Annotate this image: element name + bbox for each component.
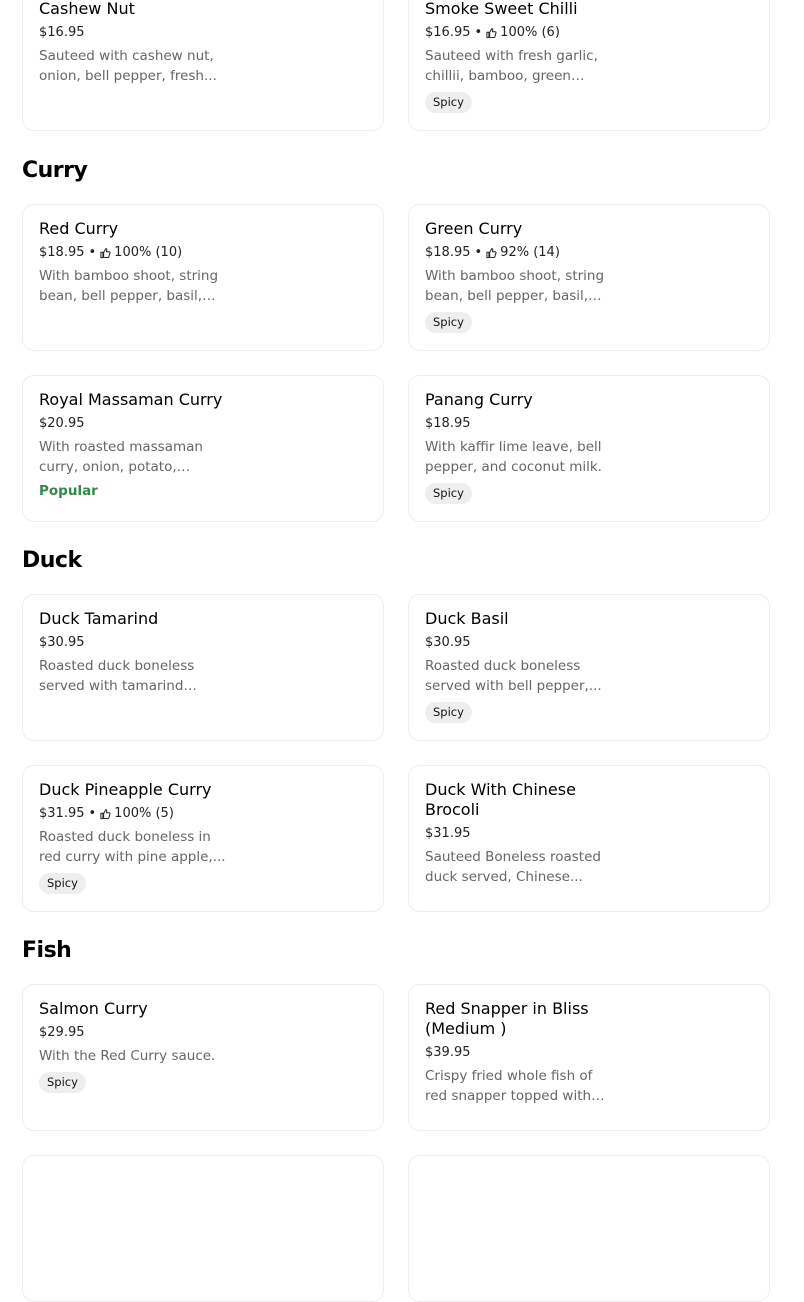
item-description: Roasted duck boneless in red curry with …	[39, 829, 226, 865]
item-description: With roasted massaman curry, onion, pota…	[39, 439, 203, 475]
item-price: $30.95	[39, 635, 85, 650]
item-description: Roasted duck boneless served with tamari…	[39, 658, 195, 694]
item-price: $18.95	[425, 416, 471, 431]
item-name: Duck Tamarind	[39, 609, 159, 628]
section-title-duck: Duck	[22, 548, 82, 573]
menu-item-card[interactable]: Red Snapper in Bliss (Medium ) $39.95 Cr…	[408, 984, 770, 1131]
thumbs-up-icon	[486, 248, 497, 259]
item-price: $18.95	[425, 245, 471, 260]
spicy-badge: Spicy	[39, 1072, 86, 1093]
item-description: With bamboo shoot, string bean, bell pep…	[39, 268, 219, 304]
menu-item-card[interactable]	[22, 1155, 384, 1302]
menu-item-card[interactable]: Duck Tamarind $30.95 Roasted duck bonele…	[22, 594, 384, 741]
item-name: Duck Basil	[425, 609, 509, 628]
item-price: $30.95	[425, 635, 471, 650]
menu-item-card[interactable]: Red Curry $18.95 • 100% (10) With bamboo…	[22, 204, 384, 351]
menu-item-card[interactable]: Salmon Curry $29.95 With the Red Curry s…	[22, 984, 384, 1131]
item-name: Duck Pineapple Curry	[39, 780, 212, 799]
item-description: With the Red Curry sauce.	[39, 1048, 216, 1064]
menu-item-card[interactable]: Green Curry $18.95 • 92% (14) With bambo…	[408, 204, 770, 351]
menu-item-card[interactable]: Royal Massaman Curry $20.95 With roasted…	[22, 375, 384, 522]
menu-item-card[interactable]: Cashew Nut $16.95 Sauteed with cashew nu…	[22, 0, 384, 131]
item-price: $20.95	[39, 416, 85, 431]
item-name: Cashew Nut	[39, 0, 135, 18]
spicy-badge: Spicy	[425, 312, 472, 333]
menu-item-card[interactable]: Duck Pineapple Curry $31.95 • 100% (5) R…	[22, 765, 384, 912]
item-description: With kaffir lime leave, bell pepper, and…	[425, 439, 602, 475]
popular-label: Popular	[39, 483, 98, 499]
section-title-fish: Fish	[22, 938, 72, 963]
item-name: Red Curry	[39, 219, 119, 238]
item-price: $39.95	[425, 1045, 471, 1060]
item-price: $31.95	[425, 826, 471, 841]
item-description: Roasted duck boneless served with bell p…	[425, 658, 602, 694]
item-name: Salmon Curry	[39, 999, 148, 1018]
item-name: Panang Curry	[425, 390, 533, 409]
menu-item-card[interactable]: Duck Basil $30.95 Roasted duck boneless …	[408, 594, 770, 741]
menu-item-card[interactable]: Duck With Chinese Brocoli $31.95 Sauteed…	[408, 765, 770, 912]
thumbs-up-icon	[100, 809, 111, 820]
spicy-badge: Spicy	[39, 873, 86, 894]
spicy-badge: Spicy	[425, 92, 472, 113]
meta-separator: •	[88, 245, 97, 260]
meta-separator: •	[474, 25, 483, 40]
item-description: Sauteed with fresh garlic, chillii, bamb…	[425, 48, 598, 84]
spicy-badge: Spicy	[425, 702, 472, 723]
thumbs-up-icon	[100, 248, 111, 259]
item-name: Smoke Sweet Chilli	[425, 0, 578, 18]
item-price: $16.95	[425, 25, 471, 40]
item-description: Sauteed Boneless roasted duck served, Ch…	[425, 849, 601, 885]
item-description: Sauteed with cashew nut, onion, bell pep…	[39, 48, 217, 84]
item-rating: 100% (6)	[500, 25, 560, 40]
item-price: $31.95	[39, 806, 85, 821]
meta-separator: •	[474, 245, 483, 260]
spicy-badge: Spicy	[425, 483, 472, 504]
item-rating: 92% (14)	[500, 245, 560, 260]
item-name: Green Curry	[425, 219, 523, 238]
item-rating: 100% (10)	[114, 245, 183, 260]
item-name: Royal Massaman Curry	[39, 390, 223, 409]
thumbs-up-icon	[486, 28, 497, 39]
item-description: Crispy fried whole fish of red snapper t…	[425, 1068, 593, 1104]
item-price: $16.95	[39, 25, 85, 40]
meta-separator: •	[88, 806, 97, 821]
item-rating: 100% (5)	[114, 806, 174, 821]
section-title-curry: Curry	[22, 158, 88, 183]
item-price: $29.95	[39, 1025, 85, 1040]
menu-item-card[interactable]: Panang Curry $18.95 With kaffir lime lea…	[408, 375, 770, 522]
item-name: Red Snapper in Bliss (Medium )	[425, 999, 589, 1038]
item-description: With bamboo shoot, string bean, bell pep…	[425, 268, 605, 304]
menu-item-card[interactable]: Smoke Sweet Chilli $16.95 • 100% (6) Sau…	[408, 0, 770, 131]
item-price: $18.95	[39, 245, 85, 260]
menu-item-card[interactable]	[408, 1155, 770, 1302]
item-name: Duck With Chinese Brocoli	[425, 780, 576, 819]
